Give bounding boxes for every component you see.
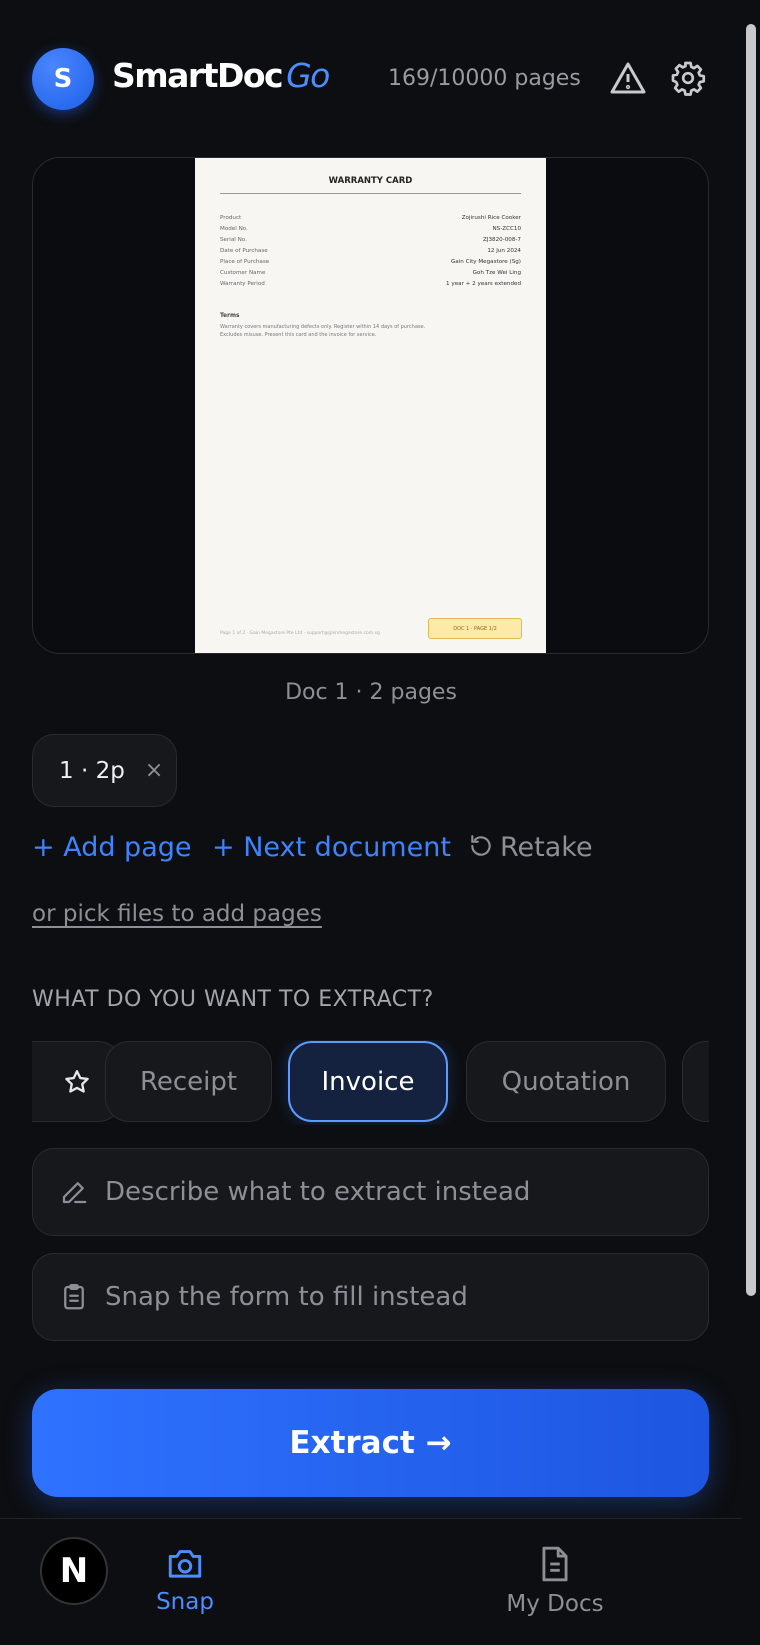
terms-text: Warranty covers manufacturing defects on… <box>220 324 426 338</box>
type-quotation[interactable]: Quotation <box>466 1041 666 1122</box>
retake-button[interactable]: Retake <box>468 832 593 863</box>
warning-icon[interactable] <box>608 58 648 98</box>
user-avatar[interactable]: S <box>32 48 94 110</box>
tab-snap-label: Snap <box>156 1589 214 1615</box>
extract-button[interactable]: Extract → <box>32 1389 709 1497</box>
tab-snap[interactable]: Snap <box>125 1545 245 1615</box>
document-title: WARRANTY CARD <box>328 176 413 186</box>
gear-icon[interactable] <box>668 58 708 98</box>
document-preview[interactable]: WARRANTY CARD Product Zojirushi Rice Cook… <box>32 157 709 654</box>
star-icon <box>65 1069 89 1093</box>
app-logo: SmartDoc Go <box>112 56 330 95</box>
doc-row: Product Zojirushi Rice Cooker <box>220 215 521 221</box>
chip-label: 1 · 2p <box>59 757 125 784</box>
describe-extract-field[interactable] <box>32 1148 709 1236</box>
clipboard-icon <box>64 1284 84 1310</box>
type-receipt[interactable]: Receipt <box>105 1041 272 1122</box>
document-caption: Doc 1 · 2 pages <box>285 680 457 705</box>
page-stamp: DOC 1 · PAGE 1/2 <box>428 618 522 639</box>
tab-my-docs-label: My Docs <box>506 1591 604 1617</box>
scrollbar[interactable] <box>746 24 756 1296</box>
next-js-badge[interactable]: N <box>40 1537 108 1605</box>
page-footer: Page 1 of 2 · Gain Megastore Pte Ltd · s… <box>220 631 380 636</box>
divider <box>220 193 521 194</box>
document-icon <box>542 1546 568 1582</box>
add-page-button[interactable]: + Add page <box>32 832 192 863</box>
snap-form-field[interactable] <box>32 1253 709 1341</box>
describe-extract-input[interactable] <box>105 1177 665 1207</box>
brand-accent: Go <box>286 56 330 95</box>
doc-row: Serial No. ZJ3820-008-7 <box>220 237 521 243</box>
terms-heading: Terms <box>220 313 240 319</box>
tab-my-docs[interactable]: My Docs <box>495 1545 615 1617</box>
document-chip[interactable]: 1 · 2p × <box>32 734 177 807</box>
page-quota: 169/10000 pages <box>388 66 581 91</box>
retake-icon <box>471 835 491 856</box>
doc-row: Warranty Period 1 year + 2 years extended <box>220 281 521 287</box>
brand-name: SmartDoc <box>112 56 284 95</box>
bottom-nav: N Snap My Docs <box>0 1518 742 1645</box>
snap-form-input[interactable] <box>105 1282 665 1312</box>
close-icon[interactable]: × <box>145 758 163 783</box>
next-document-button[interactable]: + Next document <box>212 832 451 863</box>
retake-label: Retake <box>500 832 593 863</box>
scanned-page: WARRANTY CARD Product Zojirushi Rice Cook… <box>195 158 546 653</box>
camera-icon <box>168 1550 202 1578</box>
doc-row: Date of Purchase 12 Jun 2024 <box>220 248 521 254</box>
type-more[interactable] <box>682 1041 709 1122</box>
app-header: S SmartDoc Go 169/10000 pages <box>32 46 708 110</box>
section-title: WHAT DO YOU WANT TO EXTRACT? <box>32 987 434 1012</box>
type-invoice[interactable]: Invoice <box>288 1041 448 1122</box>
pick-files-link[interactable]: or pick files to add pages <box>32 901 322 927</box>
document-type-selector: Receipt Invoice Quotation <box>32 1040 709 1125</box>
doc-row: Customer Name Goh Tze Wei Ling <box>220 270 521 276</box>
doc-row: Model No. NS-ZCC10 <box>220 226 521 232</box>
pencil-icon <box>62 1182 87 1204</box>
doc-row: Place of Purchase Gain City Megastore (Sg… <box>220 259 521 265</box>
